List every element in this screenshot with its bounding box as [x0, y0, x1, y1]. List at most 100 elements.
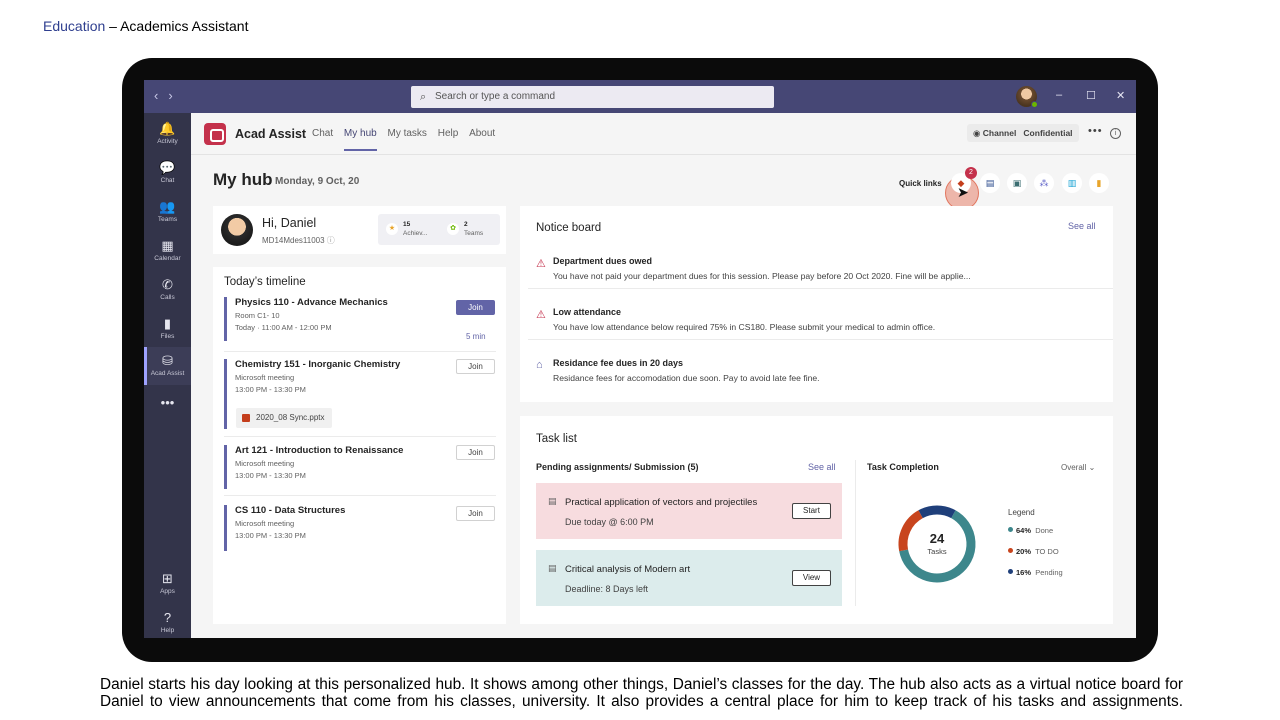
rail-more-button[interactable]: ••• [144, 389, 191, 427]
home-icon: ⌂ [536, 359, 543, 371]
join-button[interactable]: Join [456, 506, 495, 521]
quick-link-library-icon[interactable]: ▣ [1007, 173, 1027, 193]
divider [224, 436, 496, 437]
slide-title-link[interactable]: Education [43, 18, 105, 34]
notice-see-all-link[interactable]: See all [1068, 221, 1096, 231]
class-time: 13:00 PM - 13:30 PM [235, 471, 306, 480]
tab-chat[interactable]: Chat [312, 128, 333, 139]
search-icon: ⌕ [420, 91, 427, 103]
rail-item-teams[interactable]: 👥 Teams [144, 193, 191, 231]
tab-my-tasks[interactable]: My tasks [387, 128, 426, 139]
legend-pct: 16% [1016, 568, 1032, 577]
join-button[interactable]: Join [456, 300, 495, 315]
rail-item-files[interactable]: ▮ Files [144, 310, 191, 348]
class-room: Microsoft meeting [235, 373, 295, 382]
rail-item-help[interactable]: ? Help [144, 604, 191, 638]
rail-label: Acad Assist [150, 370, 185, 377]
rail-label: Activity [157, 138, 178, 145]
mouse-pointer-icon: ➤ [957, 184, 969, 200]
rail-label: Files [160, 333, 175, 340]
legend-pct: 20% [1016, 547, 1032, 556]
profile-stats: ★ 15 Achiev... ✿ 2 Teams [378, 214, 500, 245]
profile-card: Hi, Daniel MD14Mdes11003 ⓘ ★ 15 Achiev..… [213, 206, 506, 254]
start-button[interactable]: Start [792, 503, 831, 519]
minimize-button[interactable]: – [1056, 89, 1062, 101]
join-button[interactable]: Join [456, 359, 495, 374]
quick-link-teams-icon[interactable]: ⁂ [1034, 173, 1054, 193]
teams-icon: 👥 [159, 199, 176, 214]
more-icon: ••• [160, 395, 175, 410]
rail-item-activity[interactable]: 🔔 Activity [144, 115, 191, 153]
search-input[interactable]: ⌕ Search or type a command [411, 86, 774, 108]
phone-icon: ✆ [162, 277, 173, 292]
calendar-icon: ▦ [161, 238, 174, 253]
tab-help[interactable]: Help [438, 128, 459, 139]
task-card[interactable]: ▤ Practical application of vectors and p… [536, 483, 842, 539]
rail-item-chat[interactable]: 💬 Chat [144, 154, 191, 192]
quick-link-bookmark-icon[interactable]: ▮ [1089, 173, 1109, 193]
tab-about[interactable]: About [469, 128, 495, 139]
notice-title: Residance fee dues in 20 days [553, 358, 684, 368]
channel-chip[interactable]: ◉ Channel Confidential [967, 124, 1079, 142]
attachment-chip[interactable]: 2020_08 Sync.pptx [236, 408, 332, 428]
quick-links-label: Quick links [899, 179, 942, 188]
user-avatar[interactable] [1016, 86, 1038, 108]
pending-label: Pending assignments/ Submission (5) [536, 462, 699, 472]
powerpoint-icon [242, 414, 250, 422]
class-room: Microsoft meeting [235, 459, 295, 468]
divider [224, 351, 496, 352]
more-options-icon[interactable]: ••• [1088, 125, 1103, 137]
clipboard-icon: ▤ [548, 496, 557, 506]
teams-window: ‹ › ⌕ Search or type a command – ☐ ✕ 🔔 Ac… [144, 80, 1136, 638]
info-circle-icon: ⓘ [326, 236, 335, 245]
task-completion-title: Task Completion [867, 462, 939, 472]
student-id: MD14Mdes11003 ⓘ [262, 235, 335, 246]
slide-title-rest: – Academics Assistant [105, 18, 249, 34]
info-icon[interactable]: i [1110, 128, 1121, 139]
overall-dropdown[interactable]: Overall ⌄ [1061, 463, 1095, 472]
rail-label: Chat [160, 177, 175, 184]
quick-link-planner-icon[interactable]: ▤ [980, 173, 1000, 193]
task-title: Critical analysis of Modern art [565, 564, 691, 575]
stat-teams[interactable]: 2 Teams [464, 220, 483, 238]
rail-item-calendar[interactable]: ▦ Calendar [144, 232, 191, 270]
chat-icon: 💬 [159, 160, 176, 175]
search-placeholder: Search or type a command [435, 91, 556, 102]
task-completion-donut: 24 Tasks [898, 505, 976, 583]
title-bar: ‹ › ⌕ Search or type a command – ☐ ✕ [144, 80, 1136, 113]
donut-segment-to-do [898, 510, 924, 552]
forward-arrow-icon[interactable]: › [168, 88, 172, 103]
task-card[interactable]: ▤ Critical analysis of Modern art Deadli… [536, 550, 842, 606]
greeting: Hi, Daniel [262, 216, 317, 230]
back-arrow-icon[interactable]: ‹ [154, 88, 158, 103]
rail-item-apps[interactable]: ⊞ Apps [144, 565, 191, 603]
timeline-title: Today’s timeline [224, 276, 306, 288]
legend-title: Legend [1008, 508, 1035, 517]
join-button[interactable]: Join [456, 445, 495, 460]
timeline-card: Today’s timeline Physics 110 - Advance M… [213, 267, 506, 624]
acad-assist-logo-icon [204, 123, 226, 145]
legend-label: Done [1035, 526, 1054, 535]
quick-link-notes-icon[interactable]: ▥ [1062, 173, 1082, 193]
maximize-button[interactable]: ☐ [1086, 89, 1096, 102]
stat-label: Achiev... [403, 230, 428, 237]
legend-dot-icon [1008, 569, 1013, 574]
app-tabs: Chat My hub My tasks Help About [312, 128, 503, 151]
rail-label: Teams [157, 216, 178, 223]
attachment-name: 2020_08 Sync.pptx [256, 413, 325, 422]
notice-text: You have not paid your department dues f… [553, 271, 971, 281]
legend-dot-icon [1008, 527, 1013, 532]
stat-achievements[interactable]: 15 Achiev... [403, 220, 427, 238]
slide-title: Education – Academics Assistant [43, 18, 248, 34]
rail-item-calls[interactable]: ✆ Calls [144, 271, 191, 309]
slide-caption: Daniel starts his day looking at this pe… [100, 676, 1183, 710]
rail-item-acad-assist[interactable]: ⛁ Acad Assist [144, 347, 191, 385]
tab-my-hub[interactable]: My hub [343, 128, 377, 151]
legend-label: Pending [1035, 568, 1063, 577]
view-button[interactable]: View [792, 570, 831, 586]
divider [855, 460, 856, 606]
notice-title: Department dues owed [553, 256, 653, 266]
tasks-see-all-link[interactable]: See all [808, 462, 836, 472]
close-button[interactable]: ✕ [1116, 89, 1125, 102]
divider [528, 288, 1113, 289]
